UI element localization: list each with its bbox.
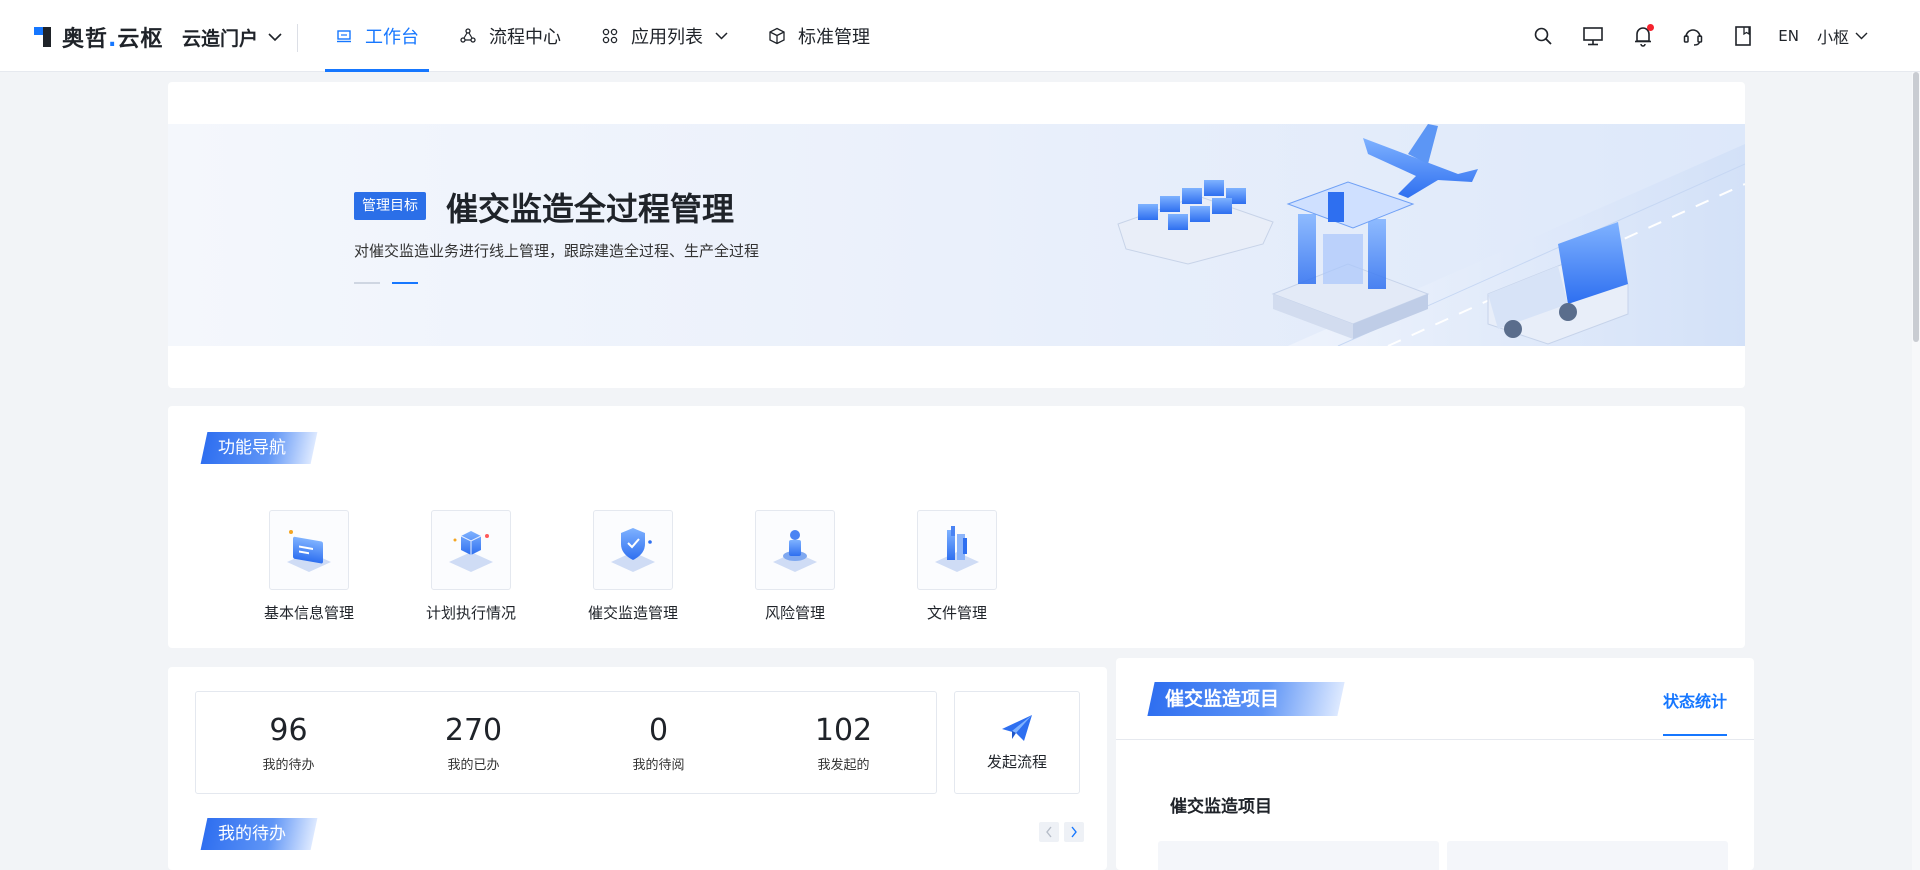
- stat-my-todo[interactable]: 96 我的待办: [196, 692, 381, 793]
- logo-dot: .: [108, 27, 118, 52]
- project-subtitle: 催交监造项目: [1170, 797, 1272, 817]
- carousel-dot-active[interactable]: [392, 282, 418, 284]
- book-icon: [1735, 26, 1752, 46]
- chevron-down-icon: [268, 33, 282, 42]
- nav-workbench-label: 工作台: [365, 27, 419, 48]
- chevron-left-icon: [1046, 826, 1052, 838]
- nav-standard-mgmt-label: 标准管理: [798, 27, 870, 48]
- project-stat-tile[interactable]: [1158, 841, 1439, 870]
- notification-button[interactable]: [1618, 16, 1668, 56]
- stat-value: 96: [269, 712, 308, 748]
- portal-switcher[interactable]: 云造门户: [182, 24, 282, 51]
- user-menu[interactable]: 小枢: [1817, 24, 1868, 48]
- plan-cube-icon: [431, 510, 511, 590]
- func-expedite-supervision[interactable]: 催交监造管理: [552, 510, 714, 623]
- func-label: 风险管理: [764, 604, 825, 622]
- cube-icon: [768, 27, 786, 45]
- divider: [1116, 739, 1754, 740]
- top-bar: 奥哲.云枢 云造门户 工作台 流程中心 应用列表 标准管理 EN 小枢: [0, 0, 1920, 72]
- next-page-button[interactable]: [1064, 822, 1084, 842]
- info-screen-icon: [269, 510, 349, 590]
- logo-mark-icon: [34, 25, 58, 49]
- chevron-right-icon: [1071, 826, 1077, 838]
- monitor-icon: [335, 27, 353, 45]
- flow-icon: [459, 27, 477, 45]
- right-toolbar: EN 小枢: [1518, 0, 1868, 72]
- logo[interactable]: 奥哲.云枢: [34, 22, 163, 52]
- stat-label: 我的待办: [262, 757, 315, 773]
- stat-label: 我发起的: [817, 757, 870, 773]
- stat-my-to-read[interactable]: 0 我的待阅: [566, 692, 751, 793]
- banner-description: 对催交监造业务进行线上管理，跟踪建造全过程、生产全过程: [354, 242, 760, 260]
- main-nav: 工作台 流程中心 应用列表 标准管理: [325, 0, 900, 72]
- stat-label: 我的待阅: [632, 757, 685, 773]
- nav-standard-mgmt[interactable]: 标准管理: [758, 0, 880, 72]
- stats-card: 96 我的待办 270 我的已办 0 我的待阅 102 我发起的 发起流程 我的…: [168, 667, 1107, 870]
- prev-page-button[interactable]: [1039, 822, 1059, 842]
- nav-app-list[interactable]: 应用列表: [591, 0, 738, 72]
- func-label: 计划执行情况: [425, 604, 516, 622]
- func-label: 基本信息管理: [263, 604, 354, 622]
- logistics-illustration: [1117, 124, 1745, 346]
- paper-plane-icon: [1002, 715, 1032, 741]
- portal-label: 云造门户: [182, 28, 259, 50]
- stat-value: 270: [444, 712, 503, 748]
- func-risk-management[interactable]: 风险管理: [714, 510, 876, 623]
- todo-pager: [1034, 822, 1084, 842]
- screen-button[interactable]: [1568, 16, 1618, 56]
- chevron-down-icon: [715, 32, 728, 40]
- carousel-indicators: [354, 282, 430, 284]
- banner: 管理目标 催交监造全过程管理 对催交监造业务进行线上管理，跟踪建造全过程、生产全…: [168, 124, 1745, 346]
- func-plan-execution[interactable]: 计划执行情况: [390, 510, 552, 623]
- function-nav-card: 功能导航 基本信息管理 计划执行情况 催交监造管理 风险管理 文件管理: [168, 406, 1745, 648]
- stat-label: 我的已办: [447, 757, 500, 773]
- stat-my-done[interactable]: 270 我的已办: [381, 692, 566, 793]
- banner-tag: 管理目标: [354, 192, 426, 220]
- nav-process-center[interactable]: 流程中心: [449, 0, 571, 72]
- function-list: 基本信息管理 计划执行情况 催交监造管理 风险管理 文件管理: [228, 510, 1038, 623]
- stat-my-initiated[interactable]: 102 我发起的: [751, 692, 936, 793]
- function-nav-title: 功能导航: [200, 432, 318, 464]
- carousel-dot[interactable]: [354, 282, 380, 284]
- logo-text-b: 云枢: [117, 27, 164, 52]
- chevron-down-icon: [1855, 32, 1868, 40]
- stats-summary: 96 我的待办 270 我的已办 0 我的待阅 102 我发起的: [195, 691, 937, 794]
- my-todo-title: 我的待办: [200, 818, 318, 850]
- nav-process-center-label: 流程中心: [489, 27, 561, 48]
- project-card: 催交监造项目 状态统计 催交监造项目: [1116, 658, 1754, 870]
- risk-figure-icon: [755, 510, 835, 590]
- docs-button[interactable]: [1718, 16, 1768, 56]
- logo-text-a: 奥哲: [62, 27, 109, 52]
- launch-process-label: 发起流程: [986, 753, 1047, 771]
- stat-value: 102: [814, 712, 873, 748]
- func-label: 催交监造管理: [587, 604, 678, 622]
- func-basic-info[interactable]: 基本信息管理: [228, 510, 390, 623]
- desktop-icon: [1583, 27, 1604, 46]
- banner-title: 催交监造全过程管理: [446, 190, 735, 228]
- nav-workbench[interactable]: 工作台: [325, 0, 429, 72]
- func-file-management[interactable]: 文件管理: [876, 510, 1038, 623]
- project-stat-tile[interactable]: [1447, 841, 1728, 870]
- scrollbar-thumb[interactable]: [1913, 72, 1919, 342]
- scrollbar[interactable]: [1912, 72, 1920, 870]
- shield-icon: [593, 510, 673, 590]
- search-icon: [1534, 27, 1552, 45]
- tab-status-statistics[interactable]: 状态统计: [1662, 688, 1727, 736]
- func-label: 文件管理: [926, 604, 987, 622]
- nav-app-list-label: 应用列表: [631, 27, 703, 48]
- project-card-title: 催交监造项目: [1147, 682, 1345, 716]
- apps-icon: [601, 27, 619, 45]
- divider: [297, 24, 298, 52]
- user-name: 小枢: [1816, 28, 1849, 47]
- banner-card: 管理目标 催交监造全过程管理 对催交监造业务进行线上管理，跟踪建造全过程、生产全…: [168, 82, 1745, 388]
- headset-icon: [1684, 29, 1703, 46]
- language-switch[interactable]: EN: [1778, 27, 1799, 45]
- stat-value: 0: [648, 712, 669, 748]
- search-button[interactable]: [1518, 16, 1568, 56]
- support-button[interactable]: [1668, 16, 1718, 56]
- launch-process-button[interactable]: 发起流程: [954, 691, 1080, 794]
- file-icon: [917, 510, 997, 590]
